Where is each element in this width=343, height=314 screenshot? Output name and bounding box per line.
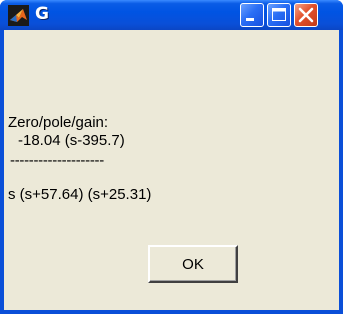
- matlab-icon: [8, 5, 29, 26]
- maximize-button[interactable]: [267, 3, 291, 27]
- message-divider: --------------------: [10, 152, 104, 169]
- close-button[interactable]: [294, 3, 318, 27]
- maximize-icon: [272, 8, 286, 21]
- window-title: G: [35, 4, 49, 24]
- title-bar[interactable]: G: [0, 0, 343, 30]
- minimize-icon: [246, 18, 254, 21]
- dialog-window: G Zero/pole/gain: -18.04 (s-395.7) -----…: [0, 0, 343, 314]
- dialog-body: Zero/pole/gain: -18.04 (s-395.7) -------…: [4, 30, 339, 310]
- message-header: Zero/pole/gain:: [8, 114, 109, 131]
- message-denominator: s (s+57.64) (s+25.31): [8, 186, 152, 203]
- minimize-button[interactable]: [240, 3, 264, 27]
- close-icon: [298, 7, 314, 23]
- message-numerator: -18.04 (s-395.7): [18, 132, 125, 149]
- ok-button[interactable]: OK: [148, 245, 238, 283]
